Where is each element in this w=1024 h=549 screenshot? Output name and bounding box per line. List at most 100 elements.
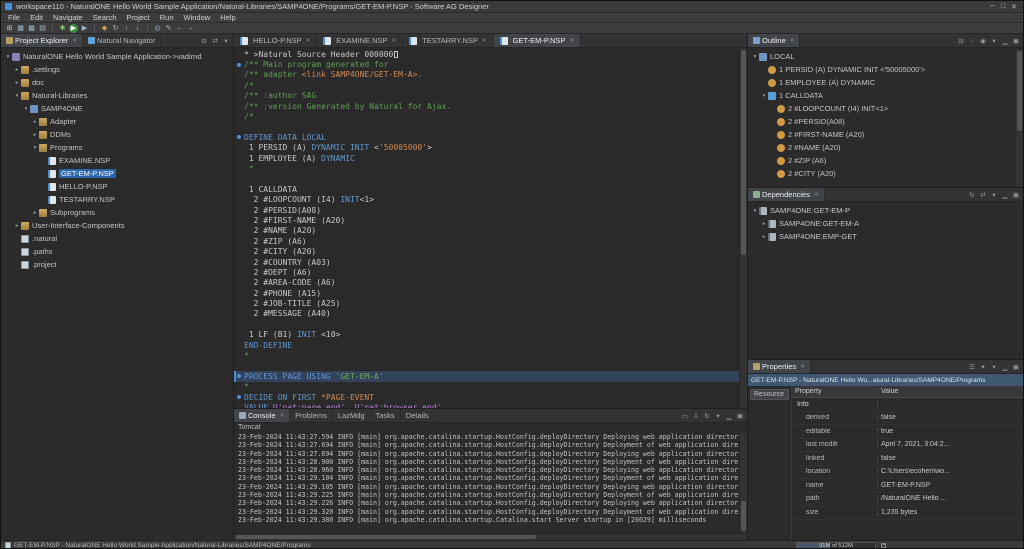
project-tree-item[interactable]: ▾Natural-Libraries [1, 89, 233, 102]
show-advanced-icon[interactable]: ✦ [979, 363, 987, 371]
save-all-icon[interactable]: ▩ [27, 24, 36, 33]
code-line[interactable] [234, 319, 747, 329]
collapse-all-icon[interactable]: ⊟ [200, 37, 208, 45]
dependencies-tree-item[interactable]: ▾SAMP4ONE:GET-EM-P [748, 204, 1023, 217]
run-garbage-collector-icon[interactable] [881, 543, 886, 548]
column-property[interactable]: Property [792, 388, 878, 395]
property-row[interactable]: path/NaturalONE Hello ... [792, 493, 1023, 507]
expander-icon[interactable]: ▸ [760, 221, 768, 227]
outline-tab-outline[interactable]: Outline✕ [748, 34, 800, 47]
editor-tab-get-em-p-nsp[interactable]: GET-EM-P.NSP✕ [494, 34, 581, 47]
code-line[interactable]: 2 #PHONE (A15) [234, 288, 747, 298]
sort-icon[interactable]: ↓ [968, 37, 976, 44]
console-output[interactable]: 23-Feb-2024 11:43:27.594 INFO [main] org… [234, 433, 747, 533]
menu-search[interactable]: Search [88, 13, 122, 22]
update-icon[interactable]: ↻ [111, 24, 120, 33]
code-line[interactable]: 2 #FIRST-NAME (A20) [234, 215, 747, 225]
outline-tree-item[interactable]: ▾1 CALLDATA [748, 89, 1023, 102]
close-icon[interactable]: ✕ [790, 38, 795, 44]
properties-tab-properties[interactable]: Properties✕ [748, 360, 811, 373]
expander-icon[interactable]: ▾ [751, 208, 759, 214]
close-button[interactable]: ✕ [1011, 3, 1017, 11]
expander-icon[interactable]: ▾ [751, 54, 759, 60]
outline-tree-item[interactable]: ▾LOCAL [748, 50, 1023, 63]
console-vertical-scrollbar[interactable] [739, 433, 747, 533]
minimize-view-icon[interactable]: ▁ [1001, 37, 1009, 45]
project-explorer-tab-project-explorer[interactable]: Project Explorer✕ [1, 34, 83, 47]
view-menu-icon[interactable]: ▾ [222, 37, 230, 45]
maximize-view-icon[interactable]: ▣ [1012, 37, 1020, 45]
expander-icon[interactable]: ▾ [31, 145, 39, 151]
property-row[interactable]: Info [792, 398, 1023, 412]
code-line[interactable]: * [234, 163, 747, 173]
outline-scroll-thumb[interactable] [1017, 51, 1022, 131]
console-tab-console[interactable]: Console✕ [234, 409, 290, 422]
code-editor[interactable]: * >Natural Source Header 000000/** Main … [234, 48, 747, 408]
properties-sidebar-resource[interactable]: Resource [750, 389, 789, 400]
column-value[interactable]: Value [878, 388, 1023, 395]
expander-icon[interactable]: ▾ [13, 93, 21, 99]
console-scroll-thumb[interactable] [741, 501, 746, 531]
console-tab-tasks[interactable]: Tasks [371, 409, 401, 422]
maximize-view-icon[interactable]: ▣ [1012, 363, 1020, 371]
code-line[interactable]: PROCESS PAGE USING 'GET-EM-A' [234, 371, 747, 381]
link-editor-icon[interactable]: ⇄ [211, 37, 219, 45]
print-icon[interactable]: ▤ [38, 24, 47, 33]
code-line[interactable]: * >Natural Source Header 000000 [234, 49, 747, 59]
code-line[interactable]: * [234, 382, 747, 392]
code-line[interactable]: DEFINE DATA LOCAL [234, 132, 747, 142]
maximize-view-icon[interactable]: ▣ [736, 412, 744, 420]
editor-tab-examine-nsp[interactable]: EXAMINE.NSP✕ [317, 34, 403, 47]
code-line[interactable]: 2 #AREA-CODE (A6) [234, 278, 747, 288]
outline-tree-item[interactable]: 1 EMPLOYEE (A) DYNAMIC [748, 76, 1023, 89]
project-tree-item[interactable]: ▸User-Interface-Components [1, 219, 233, 232]
expander-icon[interactable]: ▸ [13, 80, 21, 86]
code-line[interactable]: END-DEFINE [234, 340, 747, 350]
search-icon[interactable]: ◎ [153, 24, 162, 33]
editor-scroll-thumb[interactable] [741, 50, 746, 255]
expander-icon[interactable]: ▾ [760, 93, 768, 99]
run-icon[interactable]: ▶ [69, 24, 78, 33]
minimize-view-icon[interactable]: ▁ [1001, 191, 1009, 199]
new-wizard-icon[interactable]: ⊞ [5, 24, 14, 33]
view-menu-icon[interactable]: ▾ [990, 363, 998, 371]
property-row[interactable]: size1,235 bytes [792, 506, 1023, 520]
code-line[interactable]: 1 PERSID (A) DYNAMIC INIT <'50005000'> [234, 143, 747, 153]
forward-icon[interactable]: → [186, 24, 195, 33]
property-row[interactable]: editabletrue [792, 425, 1023, 439]
code-line[interactable]: 2 #ZIP (A6) [234, 236, 747, 246]
project-tree-item[interactable]: ▸Adapter [1, 115, 233, 128]
expander-icon[interactable]: ▸ [31, 132, 39, 138]
property-row[interactable]: locationC:\Users\ecohen\wo... [792, 466, 1023, 480]
code-line[interactable]: /* [234, 111, 747, 121]
dependencies-tree-item[interactable]: ▸SAMP4ONE:GET-EM-A [748, 217, 1023, 230]
code-line[interactable] [234, 122, 747, 132]
expander-icon[interactable]: ▸ [31, 119, 39, 125]
menu-window[interactable]: Window [179, 13, 216, 22]
close-icon[interactable]: ✕ [72, 38, 77, 44]
focus-icon[interactable]: ◉ [979, 37, 987, 45]
close-icon[interactable]: ✕ [280, 413, 285, 419]
annotations-icon[interactable]: ✎ [164, 24, 173, 33]
code-line[interactable]: 2 #MESSAGE (A40) [234, 309, 747, 319]
menu-navigate[interactable]: Navigate [48, 13, 88, 22]
outline-tree-item[interactable]: 2 #LOOPCOUNT (I4) INIT<1> [748, 102, 1023, 115]
upload-icon[interactable]: ↑ [122, 24, 131, 33]
console-tab-problems[interactable]: Problems [290, 409, 333, 422]
project-tree-item[interactable]: .natural [1, 232, 233, 245]
code-line[interactable]: DECIDE ON FIRST *PAGE-EVENT [234, 392, 747, 402]
code-line[interactable]: 2 #LOOPCOUNT (I4) INIT<1> [234, 194, 747, 204]
editor-vertical-scrollbar[interactable] [739, 48, 747, 408]
project-explorer-tab-natural-navigator[interactable]: Natural Navigator [83, 34, 161, 47]
property-row[interactable]: last modifiApril 7, 2021, 3:04:2... [792, 439, 1023, 453]
console-horizontal-scrollbar[interactable] [234, 533, 747, 540]
expander-icon[interactable]: ▸ [13, 67, 21, 73]
property-row[interactable]: derivedfalse [792, 412, 1023, 426]
scroll-lock-icon[interactable]: ⇩ [692, 412, 700, 420]
new-natural-object-icon[interactable]: ◆ [100, 24, 109, 33]
dependencies-tree-item[interactable]: ▸SAMP4ONE:EMP-GET [748, 230, 1023, 243]
minimize-view-icon[interactable]: ▁ [725, 412, 733, 420]
collapse-all-icon[interactable]: ⊟ [957, 37, 965, 45]
close-icon[interactable]: ✕ [306, 38, 311, 44]
code-line[interactable]: 2 #NAME (A20) [234, 226, 747, 236]
